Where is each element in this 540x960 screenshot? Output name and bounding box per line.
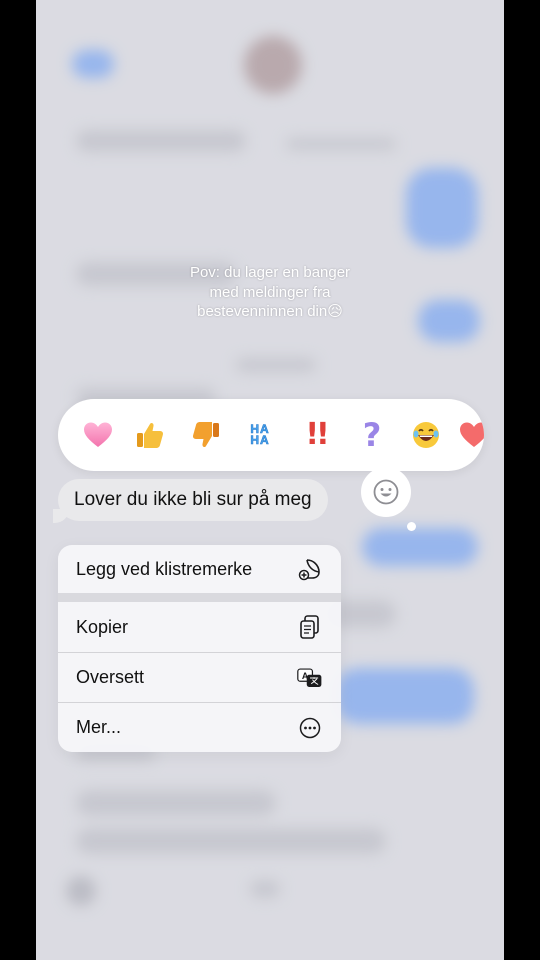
selected-message-bubble[interactable]: Lover du ikke bli sur på meg [58, 479, 328, 521]
caption-line-1: Pov: du lager en banger [189, 264, 351, 281]
menu-item-more[interactable]: Mer... [58, 702, 341, 752]
add-reaction-button[interactable] [361, 467, 411, 517]
reaction-thumbs-up[interactable] [132, 417, 168, 453]
sticker-add-icon [297, 556, 323, 582]
caption-line-3: bestevenninnen din😥 [197, 303, 343, 320]
menu-item-label: Kopier [76, 616, 129, 637]
more-ellipsis-icon [297, 715, 323, 741]
heart-icon [84, 422, 112, 447]
caption-line-2: med meldinger fra [209, 283, 331, 301]
double-exclamation-icon: !! [305, 417, 329, 452]
phone-screen: Pov: du lager en banger med meldinger fr… [36, 0, 504, 960]
question-mark-icon: ? [362, 416, 382, 454]
reaction-exclamation[interactable]: !! [298, 417, 334, 453]
message-context-menu: Legg ved klistremerke Kopier Oversett A … [58, 545, 341, 752]
tapback-reaction-bar: HA HA !! ? [58, 399, 484, 471]
menu-item-copy[interactable]: Kopier [58, 602, 341, 652]
menu-separator [58, 593, 341, 602]
thumbs-down-icon [192, 422, 219, 448]
menu-item-translate[interactable]: Oversett A [58, 652, 341, 702]
smiley-icon [373, 479, 399, 505]
red-heart-icon [460, 422, 484, 447]
menu-item-label: Legg ved klistremerke [76, 558, 253, 579]
reaction-heart[interactable] [80, 417, 116, 453]
menu-item-label: Oversett [76, 667, 145, 687]
copy-icon [297, 614, 323, 640]
menu-item-label: Mer... [76, 717, 122, 737]
reaction-laughing[interactable] [408, 417, 444, 453]
add-reaction-bubble-tail [407, 522, 416, 531]
video-caption: Pov: du lager en banger med meldinger fr… [36, 263, 504, 322]
haha-icon: HA HA [250, 422, 270, 447]
reaction-thumbs-down[interactable] [188, 417, 224, 453]
reaction-question[interactable]: ? [354, 417, 390, 453]
thumbs-up-icon [137, 422, 164, 448]
laughing-face-icon [413, 422, 439, 448]
menu-item-add-sticker[interactable]: Legg ved klistremerke [58, 545, 341, 593]
reaction-haha[interactable]: HA HA [242, 417, 278, 453]
reaction-heart-partial[interactable] [456, 417, 484, 453]
message-text: Lover du ikke bli sur på meg [74, 489, 312, 510]
translate-icon: A [297, 665, 323, 691]
